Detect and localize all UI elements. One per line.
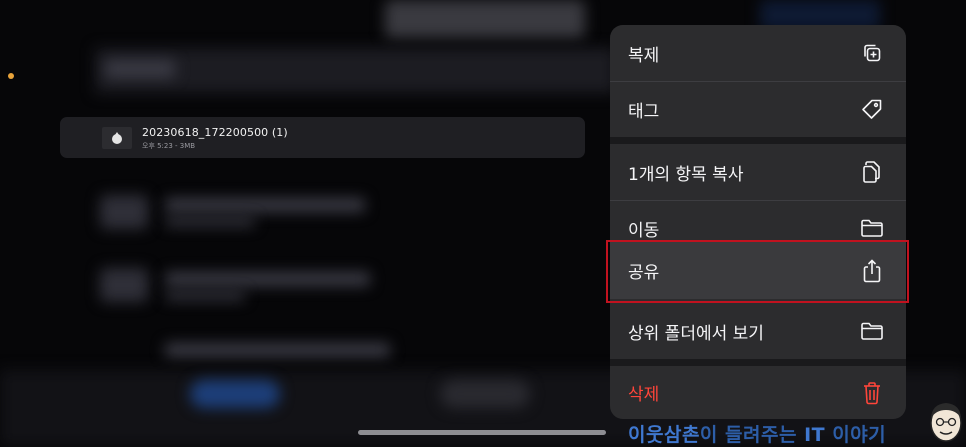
background-row-label xyxy=(105,60,175,78)
background-text-line xyxy=(165,292,245,300)
background-text-line xyxy=(165,343,390,357)
menu-item-duplicate[interactable]: 복제 xyxy=(610,25,906,81)
folder-icon xyxy=(860,319,884,343)
share-icon xyxy=(860,258,884,283)
menu-item-delete[interactable]: 삭제 xyxy=(610,366,906,419)
background-text-line xyxy=(165,272,370,286)
file-name: 20230618_172200500 (1) xyxy=(142,126,288,139)
status-dot xyxy=(8,73,14,79)
context-menu: 복제 태그 1개의 항목 복사 이동 공유 상위 폴더에서 보기 삭제 xyxy=(610,25,906,419)
menu-item-label: 이동 xyxy=(628,220,660,241)
menu-item-tag[interactable]: 태그 xyxy=(610,81,906,137)
home-indicator[interactable] xyxy=(358,430,606,435)
watermark-text: 이웃삼촌 xyxy=(628,424,700,446)
menu-item-label: 복제 xyxy=(628,45,660,66)
file-meta: 오후 5:23 - 3MB xyxy=(142,142,196,150)
file-thumbnail xyxy=(102,127,132,149)
watermark-text: 이 들려주는 xyxy=(699,424,805,446)
trash-icon xyxy=(860,381,884,405)
background-text-line xyxy=(165,218,255,226)
background-thumbnail xyxy=(100,268,148,302)
menu-item-label: 공유 xyxy=(628,263,660,283)
background-panel xyxy=(385,0,585,38)
watermark: 이웃삼촌이 들려주는 IT 이야기 xyxy=(628,420,886,447)
duplicate-icon xyxy=(860,41,884,65)
background-text-line xyxy=(165,198,365,212)
menu-item-label: 상위 폴더에서 보기 xyxy=(628,323,764,344)
menu-item-show-in-enclosing-folder[interactable]: 상위 폴더에서 보기 xyxy=(610,303,906,359)
background-thumbnail xyxy=(100,195,148,229)
folder-icon xyxy=(860,216,884,240)
watermark-text: IT xyxy=(804,424,826,446)
mascot-icon xyxy=(930,403,962,442)
menu-item-share[interactable]: 공유 xyxy=(610,242,906,299)
background-tab xyxy=(440,380,530,408)
selected-file-row[interactable]: 20230618_172200500 (1) 오후 5:23 - 3MB xyxy=(60,117,585,158)
menu-item-copy[interactable]: 1개의 항목 복사 xyxy=(610,144,906,200)
background-tab-active xyxy=(190,380,280,408)
watermark-text: 이야기 xyxy=(825,424,887,446)
copy-icon xyxy=(860,160,884,184)
menu-item-label: 1개의 항목 복사 xyxy=(628,164,744,185)
menu-item-label: 태그 xyxy=(628,101,660,122)
tag-icon xyxy=(860,97,884,121)
menu-item-label: 삭제 xyxy=(628,385,660,405)
